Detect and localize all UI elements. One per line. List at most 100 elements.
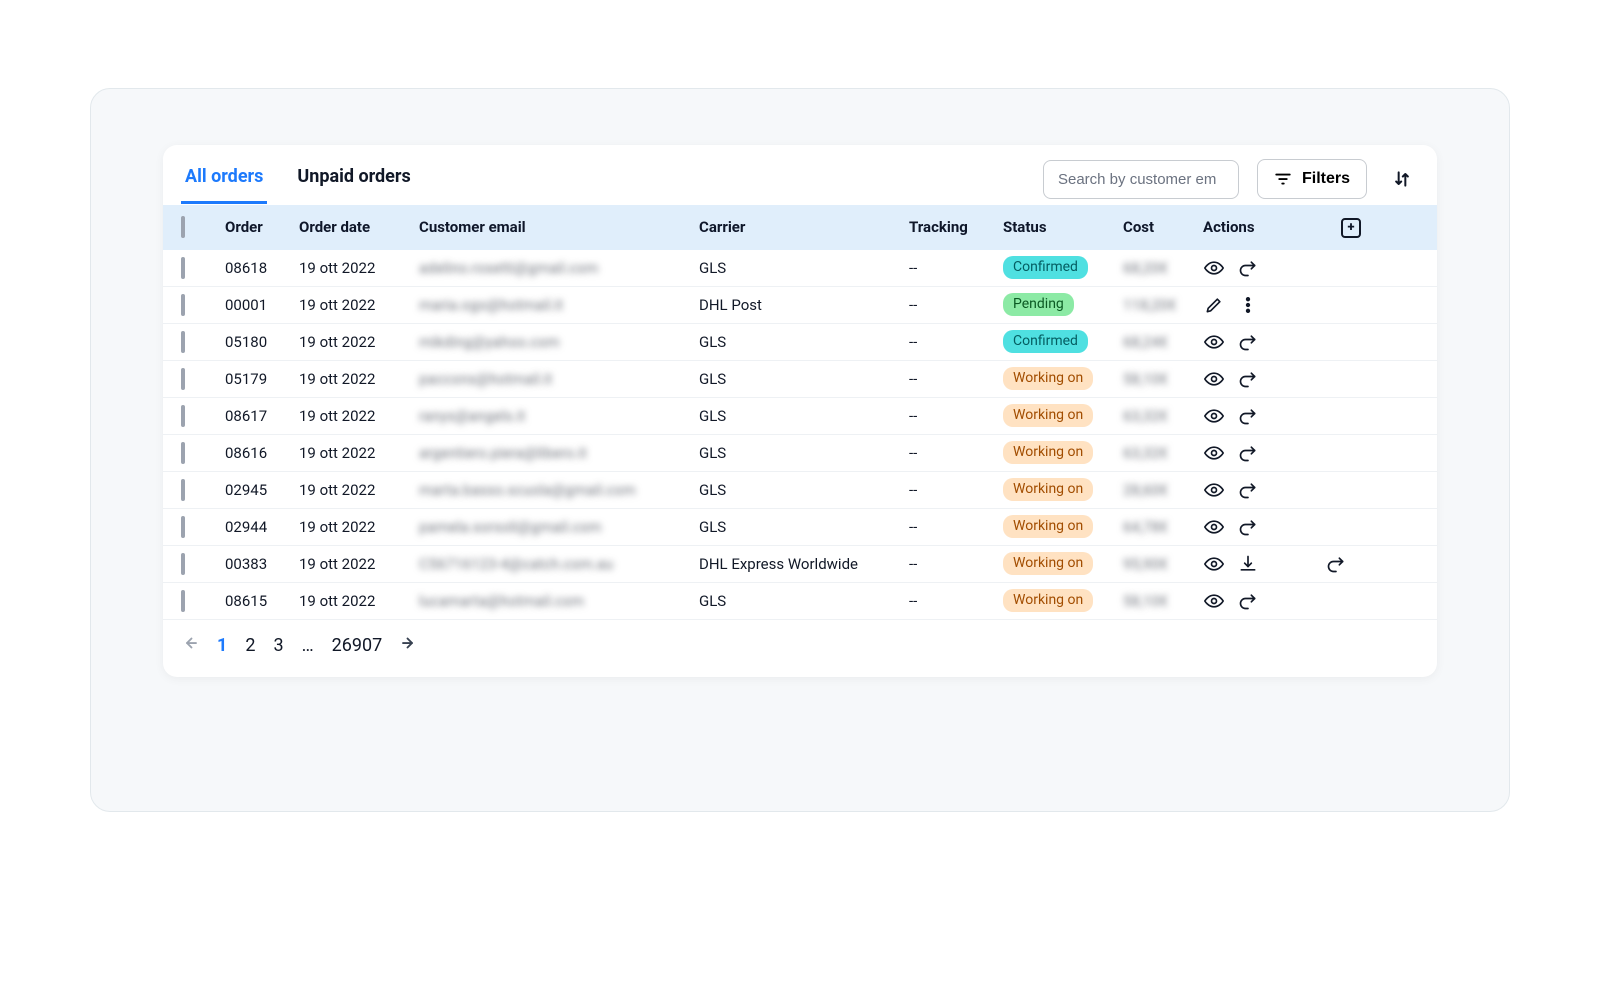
row-action-download[interactable] [1237,553,1259,575]
col-actions: Actions [1203,218,1325,236]
row-action-view[interactable] [1203,331,1225,353]
cell-email: adelino.rosetti@gmail.com [419,259,699,277]
row-action-undo[interactable] [1237,442,1259,464]
pagination-next[interactable] [400,634,418,657]
table-row: 0294419 ott 2022pamela.sorsoli@gmail.com… [163,509,1437,546]
cell-date: 19 ott 2022 [299,592,419,610]
row-action-undo[interactable] [1237,331,1259,353]
orders-panel: All orders Unpaid orders Filters Order O… [163,145,1437,677]
undo-icon [1238,443,1258,463]
table-body: 0861819 ott 2022adelino.rosetti@gmail.co… [163,250,1437,620]
row-checkbox[interactable] [181,590,185,612]
tab-unpaid-orders[interactable]: Unpaid orders [293,160,414,204]
cell-order: 02945 [225,481,299,499]
row-action-undo[interactable] [1237,257,1259,279]
filters-label: Filters [1302,170,1350,188]
row-checkbox[interactable] [181,479,185,501]
pagination-page-2[interactable]: 2 [245,635,255,656]
cell-date: 19 ott 2022 [299,518,419,536]
cell-actions [1203,590,1325,612]
cell-status: Confirmed [1003,330,1123,353]
cell-actions [1203,368,1325,390]
row-action-view[interactable] [1203,590,1225,612]
row-action-undo[interactable] [1237,590,1259,612]
filters-button[interactable]: Filters [1257,159,1367,199]
row-checkbox[interactable] [181,516,185,538]
row-action-view[interactable] [1203,257,1225,279]
cell-status: Working on [1003,552,1123,575]
row-action-more[interactable] [1237,294,1259,316]
cell-email: ranys@angels.it [419,407,699,425]
arrow-right-icon [400,634,418,652]
cell-carrier: GLS [699,259,909,277]
row-checkbox[interactable] [181,294,185,316]
cell-actions [1203,516,1325,538]
add-column-button[interactable]: + [1341,218,1361,238]
cell-email: pamela.sorsoli@gmail.com [419,518,699,536]
sort-button[interactable] [1385,162,1419,196]
tab-all-orders[interactable]: All orders [181,160,267,204]
cell-actions [1203,331,1325,353]
row-action-undo[interactable] [1237,479,1259,501]
col-order: Order [225,218,299,236]
pagination-page-last[interactable]: 26907 [332,635,383,656]
cell-email: maria.ogo@hotmail.it [419,296,699,314]
row-action-undo[interactable] [1237,405,1259,427]
col-carrier: Carrier [699,218,909,236]
undo-icon [1238,369,1258,389]
row-action-undo[interactable] [1325,553,1347,575]
row-action-edit[interactable] [1203,294,1225,316]
pagination-page-1[interactable]: 1 [217,635,227,656]
cell-carrier: GLS [699,444,909,462]
download-icon [1238,554,1258,574]
cell-carrier: GLS [699,407,909,425]
eye-icon [1204,517,1224,537]
row-action-view[interactable] [1203,516,1225,538]
cell-order: 08616 [225,444,299,462]
cell-cost: 64,78€ [1123,518,1203,536]
cell-order: 08617 [225,407,299,425]
row-checkbox[interactable] [181,405,185,427]
row-action-view[interactable] [1203,479,1225,501]
cell-email: paccons@hotmail.it [419,370,699,388]
cell-tracking: -- [909,518,1003,536]
cell-actions [1203,405,1325,427]
row-action-undo[interactable] [1237,516,1259,538]
row-action-view[interactable] [1203,405,1225,427]
cell-carrier: GLS [699,592,909,610]
row-checkbox[interactable] [181,553,185,575]
cell-cost: 95,90€ [1123,555,1203,573]
more-icon [1238,295,1258,315]
search-input[interactable] [1043,160,1239,199]
row-checkbox[interactable] [181,257,185,279]
cell-tracking: -- [909,296,1003,314]
cell-carrier: GLS [699,481,909,499]
row-action-view[interactable] [1203,553,1225,575]
cell-date: 19 ott 2022 [299,481,419,499]
row-checkbox[interactable] [181,331,185,353]
eye-icon [1204,591,1224,611]
pagination-page-3[interactable]: 3 [273,635,283,656]
pagination-prev[interactable] [181,634,199,657]
undo-icon [1238,332,1258,352]
cell-status: Confirmed [1003,256,1123,279]
row-action-undo[interactable] [1237,368,1259,390]
cell-order: 00001 [225,296,299,314]
undo-icon [1238,517,1258,537]
cell-status: Working on [1003,441,1123,464]
cell-carrier: GLS [699,370,909,388]
row-action-view[interactable] [1203,442,1225,464]
cell-order: 05179 [225,370,299,388]
cell-actions [1203,294,1325,316]
cell-cost: 58,10€ [1123,592,1203,610]
cell-tracking: -- [909,444,1003,462]
cell-status: Working on [1003,589,1123,612]
row-checkbox[interactable] [181,442,185,464]
row-action-view[interactable] [1203,368,1225,390]
cell-tracking: -- [909,407,1003,425]
cell-email: mikding@yahoo.com [419,333,699,351]
table-header: Order Order date Customer email Carrier … [163,205,1437,250]
eye-icon [1204,258,1224,278]
select-all-checkbox[interactable] [181,216,185,238]
row-checkbox[interactable] [181,368,185,390]
